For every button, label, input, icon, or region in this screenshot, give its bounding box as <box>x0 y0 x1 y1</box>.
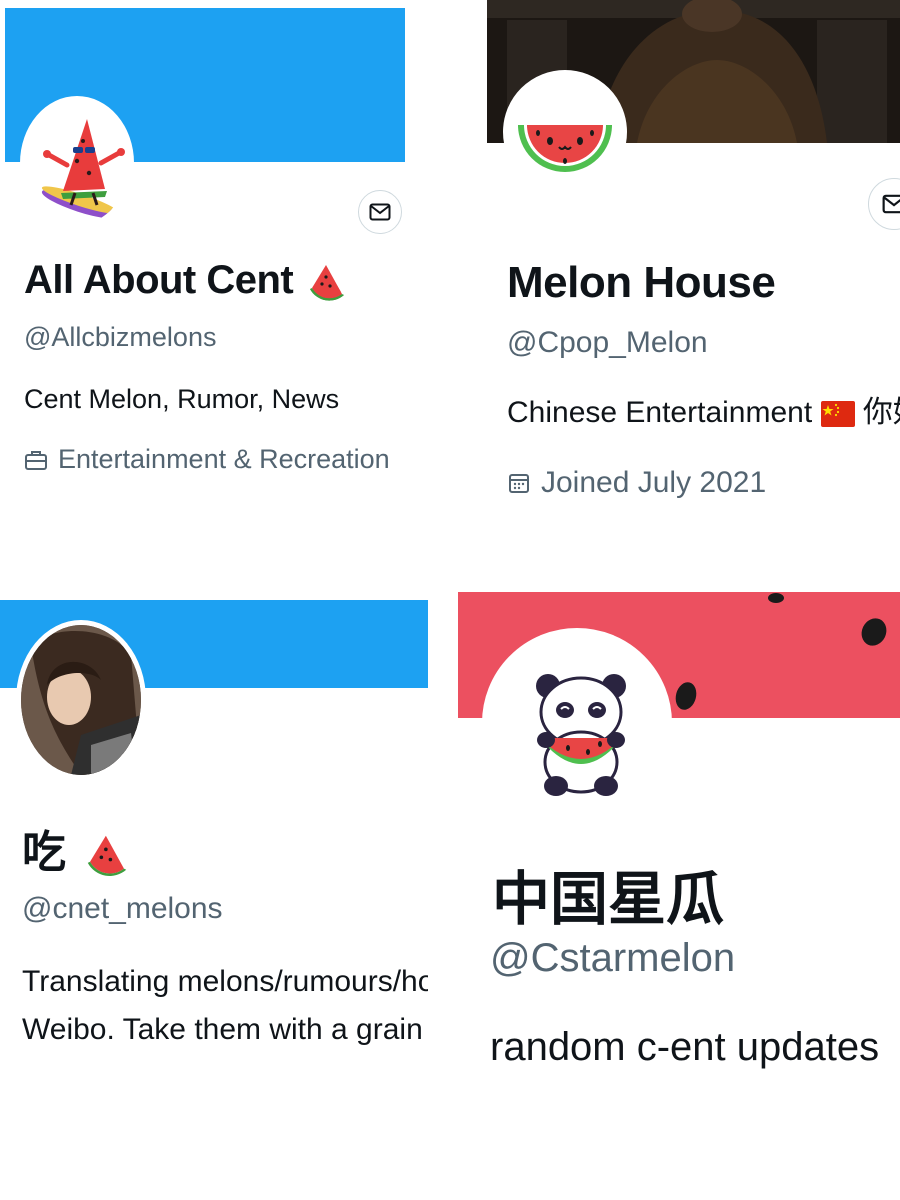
joined-text: Joined July 2021 <box>541 466 767 499</box>
profile-card-cstarmelon: 中国星瓜 @Cstarmelon random c-ent updates <box>458 590 900 1200</box>
avatar[interactable] <box>482 628 672 818</box>
bio: random c-ent updates <box>490 1025 880 1069</box>
bio: Cent Melon, Rumor, News <box>24 384 340 414</box>
envelope-icon <box>882 194 900 214</box>
china-flag-icon <box>820 401 855 428</box>
profile-card-cnetmelons: 吃 @cnet_melons Translating melons/rumour… <box>0 590 428 1200</box>
bio-suffix: 你好 <box>862 396 900 429</box>
display-name: All About Cent <box>24 258 350 305</box>
handle[interactable]: @Allcbizmelons <box>24 322 216 353</box>
watermelon-face-avatar-icon <box>508 75 622 189</box>
message-button[interactable] <box>868 178 900 230</box>
profile-card-melonhouse: Melon House @Cpop_Melon Chinese Entertai… <box>450 0 900 570</box>
display-name: 中国星瓜 <box>492 865 725 933</box>
handle[interactable]: @Cstarmelon <box>490 936 735 981</box>
handle[interactable]: @Cpop_Melon <box>507 326 708 360</box>
avatar[interactable] <box>20 96 134 230</box>
panda-watermelon-avatar-icon <box>488 634 666 812</box>
joined-date: Joined July 2021 <box>507 466 766 500</box>
display-name: 吃 <box>22 816 133 881</box>
bio: Chinese Entertainment 你好 <box>507 391 900 435</box>
bio-text: Chinese Entertainment <box>507 396 813 429</box>
watermelon-icon <box>309 265 344 302</box>
handle[interactable]: @cnet_melons <box>22 892 223 926</box>
user-photo-avatar <box>21 625 141 775</box>
display-name: Melon House <box>507 258 776 307</box>
display-name-text: All About Cent <box>24 258 294 302</box>
envelope-icon <box>369 203 391 221</box>
watermelon-icon <box>88 835 127 876</box>
profile-card-allaboutcent: All About Cent @Allcbizmelons Cent Melon… <box>0 0 450 570</box>
bio-line-1: Translating melons/rumours/ho <box>22 965 428 998</box>
message-button[interactable] <box>358 190 402 234</box>
avatar[interactable] <box>16 620 146 780</box>
profile-category: Entertainment & Recreation <box>24 444 390 475</box>
calendar-icon <box>509 474 529 493</box>
category-text: Entertainment & Recreation <box>58 444 390 474</box>
briefcase-icon <box>25 450 47 470</box>
display-name-text: 吃 <box>22 827 66 878</box>
avatar[interactable] <box>503 70 627 194</box>
bio-line-2: Weibo. Take them with a grain o <box>22 1013 428 1046</box>
watermelon-skateboard-avatar-icon <box>25 101 129 225</box>
